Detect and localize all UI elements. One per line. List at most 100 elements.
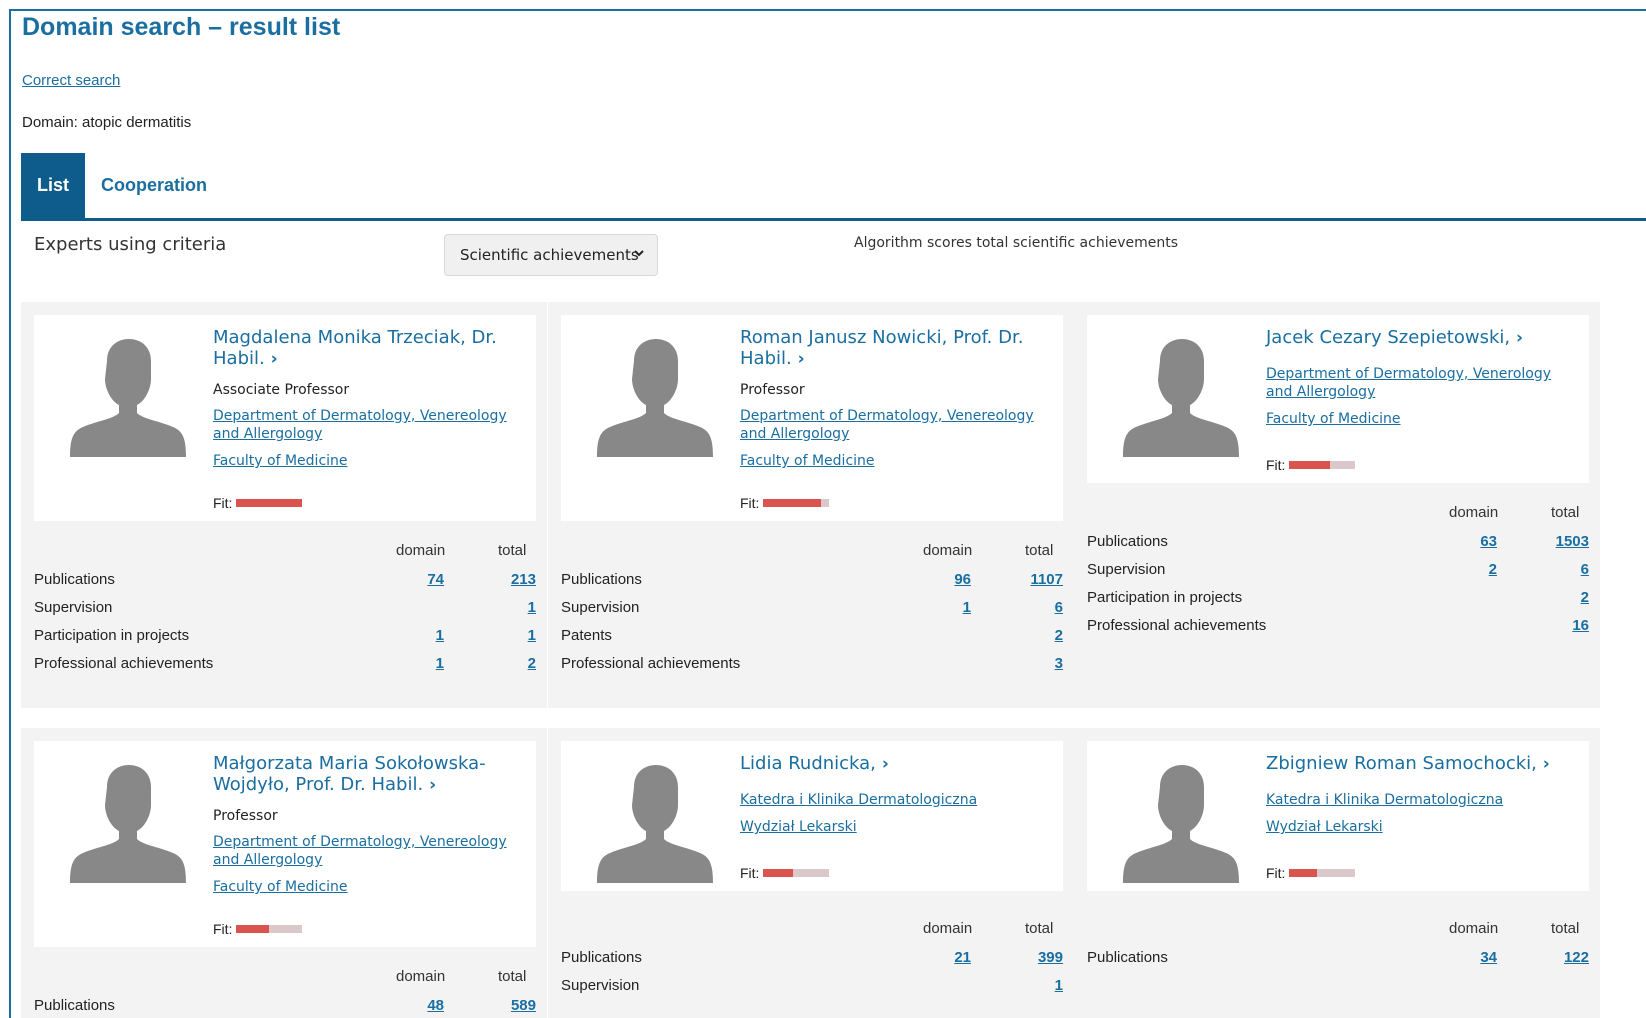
stat-domain-count[interactable]: 21 [954,949,971,966]
faculty-link[interactable]: Wydział Lekarski [1266,818,1566,836]
stat-total-count[interactable]: 16 [1572,617,1589,634]
stat-total-count[interactable]: 399 [1038,949,1063,966]
expert-name-link[interactable]: Zbigniew Roman Samochocki, › [1266,753,1566,775]
stat-total-count[interactable]: 6 [1581,561,1589,578]
expert-name: Lidia Rudnicka, [740,753,876,774]
avatar-placeholder-icon [596,765,714,888]
stat-domain-count[interactable]: 34 [1480,949,1497,966]
stat-total-count[interactable]: 213 [511,571,536,588]
faculty-link[interactable]: Faculty of Medicine [1266,410,1566,428]
stat-domain-count[interactable]: 74 [427,571,444,588]
stat-total-count[interactable]: 2 [528,655,536,672]
stat-label: Professional achievements [1087,617,1267,634]
fit-bar [763,499,830,507]
stat-total-count[interactable]: 3 [1055,655,1063,672]
expert-profile: Małgorzata Maria Sokołowska-Wojdyło, Pro… [34,741,536,947]
expert-name: Roman Janusz Nowicki, Prof. Dr. Habil. [740,327,1024,369]
expert-name: Jacek Cezary Szepietowski, [1266,327,1511,348]
fit-bar-fill [236,499,303,507]
faculty-link[interactable]: Faculty of Medicine [213,452,513,470]
stat-label: Publications [561,949,642,966]
faculty-link[interactable]: Wydział Lekarski [740,818,1040,836]
stat-domain-count[interactable]: 1 [436,655,444,672]
department-link[interactable]: Department of Dermatology, Venereology a… [740,407,1040,443]
stats-table: domain total Publications 63 1503 Supervision… [1087,504,1589,646]
stat-domain-count[interactable]: 1 [963,599,971,616]
fit-label: Fit: [1266,865,1286,881]
stats-row: Supervision 1 [34,599,536,623]
stats-table: domain total Publications 96 1107 Supervision… [561,542,1063,684]
department-link[interactable]: Department of Dermatology, Venerology an… [1266,365,1566,401]
stat-domain-count[interactable]: 2 [1489,561,1497,578]
expert-name-link[interactable]: Roman Janusz Nowicki, Prof. Dr. Habil. › [740,327,1040,370]
correct-search-link[interactable]: Correct search [22,72,120,89]
stat-domain-count[interactable]: 96 [954,571,971,588]
department-link[interactable]: Department of Dermatology, Venereology a… [213,407,513,443]
expert-info: Roman Janusz Nowicki, Prof. Dr. Habil. ›… [740,327,1040,470]
fit-label: Fit: [740,865,760,881]
fit-bar-fill [763,499,822,507]
fit-label: Fit: [213,495,233,511]
expert-name-link[interactable]: Małgorzata Maria Sokołowska-Wojdyło, Pro… [213,753,513,796]
stat-label: Publications [34,571,115,588]
criteria-select[interactable]: Scientific achievements [444,234,658,276]
expert-name-link[interactable]: Jacek Cezary Szepietowski, › [1266,327,1566,349]
faculty-link[interactable]: Faculty of Medicine [213,878,513,896]
column-header-domain: domain [1449,920,1499,937]
column-header-total: total [1025,920,1054,937]
expert-name-link[interactable]: Magdalena Monika Trzeciak, Dr. Habil. › [213,327,513,370]
column-header-domain: domain [1449,504,1499,521]
avatar-placeholder-icon [1122,339,1240,462]
stats-row: Participation in projects 1 1 [34,627,536,651]
stat-total-count[interactable]: 1 [528,599,536,616]
expert-profile: Roman Janusz Nowicki, Prof. Dr. Habil. ›… [561,315,1063,521]
stat-total-count[interactable]: 1 [1055,977,1063,994]
expert-profile: Magdalena Monika Trzeciak, Dr. Habil. › A… [34,315,536,521]
expert-info: Lidia Rudnicka, › Katedra i Klinika Derma… [740,753,1040,836]
chevron-right-icon: › [791,349,805,369]
faculty-link[interactable]: Faculty of Medicine [740,452,1040,470]
stats-row: Publications 21 399 [561,949,1063,973]
stat-domain-count[interactable]: 48 [427,997,444,1014]
column-header-total: total [1551,504,1580,521]
fit-bar [1289,869,1356,877]
department-link[interactable]: Katedra i Klinika Dermatologiczna [740,791,1040,809]
stat-label: Publications [561,571,642,588]
department-link[interactable]: Department of Dermatology, Venereology a… [213,833,513,869]
stat-total-count[interactable]: 2 [1581,589,1589,606]
tab-list[interactable]: List [21,153,85,218]
stats-row: Publications 48 589 [34,997,536,1018]
criteria-label: Experts using criteria [34,234,227,255]
fit-bar [763,869,830,877]
algorithm-note: Algorithm scores total scientific achiev… [854,235,1179,251]
avatar-placeholder-icon [1122,765,1240,888]
expert-position: Associate Professor [213,382,350,398]
stat-total-count[interactable]: 6 [1055,599,1063,616]
chevron-right-icon: › [875,754,889,774]
stat-domain-count[interactable]: 1 [436,627,444,644]
chevron-right-icon: › [264,349,278,369]
stat-total-count[interactable]: 589 [511,997,536,1014]
expert-name-link[interactable]: Lidia Rudnicka, › [740,753,1040,775]
stat-label: Publications [1087,533,1168,550]
column-header-total: total [498,968,527,985]
chevron-down-icon [633,247,645,263]
stat-total-count[interactable]: 1503 [1556,533,1589,550]
stats-row: Supervision 2 6 [1087,561,1589,585]
tab-cooperation[interactable]: Cooperation [85,153,223,218]
stat-label: Patents [561,627,612,644]
department-link[interactable]: Katedra i Klinika Dermatologiczna [1266,791,1566,809]
fit-bar [1289,461,1356,469]
fit-bar [236,499,303,507]
stat-domain-count[interactable]: 63 [1480,533,1497,550]
expert-profile: Zbigniew Roman Samochocki, › Katedra i Kl… [1087,741,1589,891]
stat-total-count[interactable]: 1107 [1030,571,1063,588]
stat-total-count[interactable]: 2 [1055,627,1063,644]
fit-label: Fit: [213,921,233,937]
stat-total-count[interactable]: 1 [528,627,536,644]
expert-card: Zbigniew Roman Samochocki, › Katedra i Kl… [1074,728,1600,1018]
stat-total-count[interactable]: 122 [1564,949,1589,966]
fit-bar-fill [1289,869,1318,877]
fit-bar-fill [1289,461,1331,469]
stat-label: Supervision [561,599,640,616]
